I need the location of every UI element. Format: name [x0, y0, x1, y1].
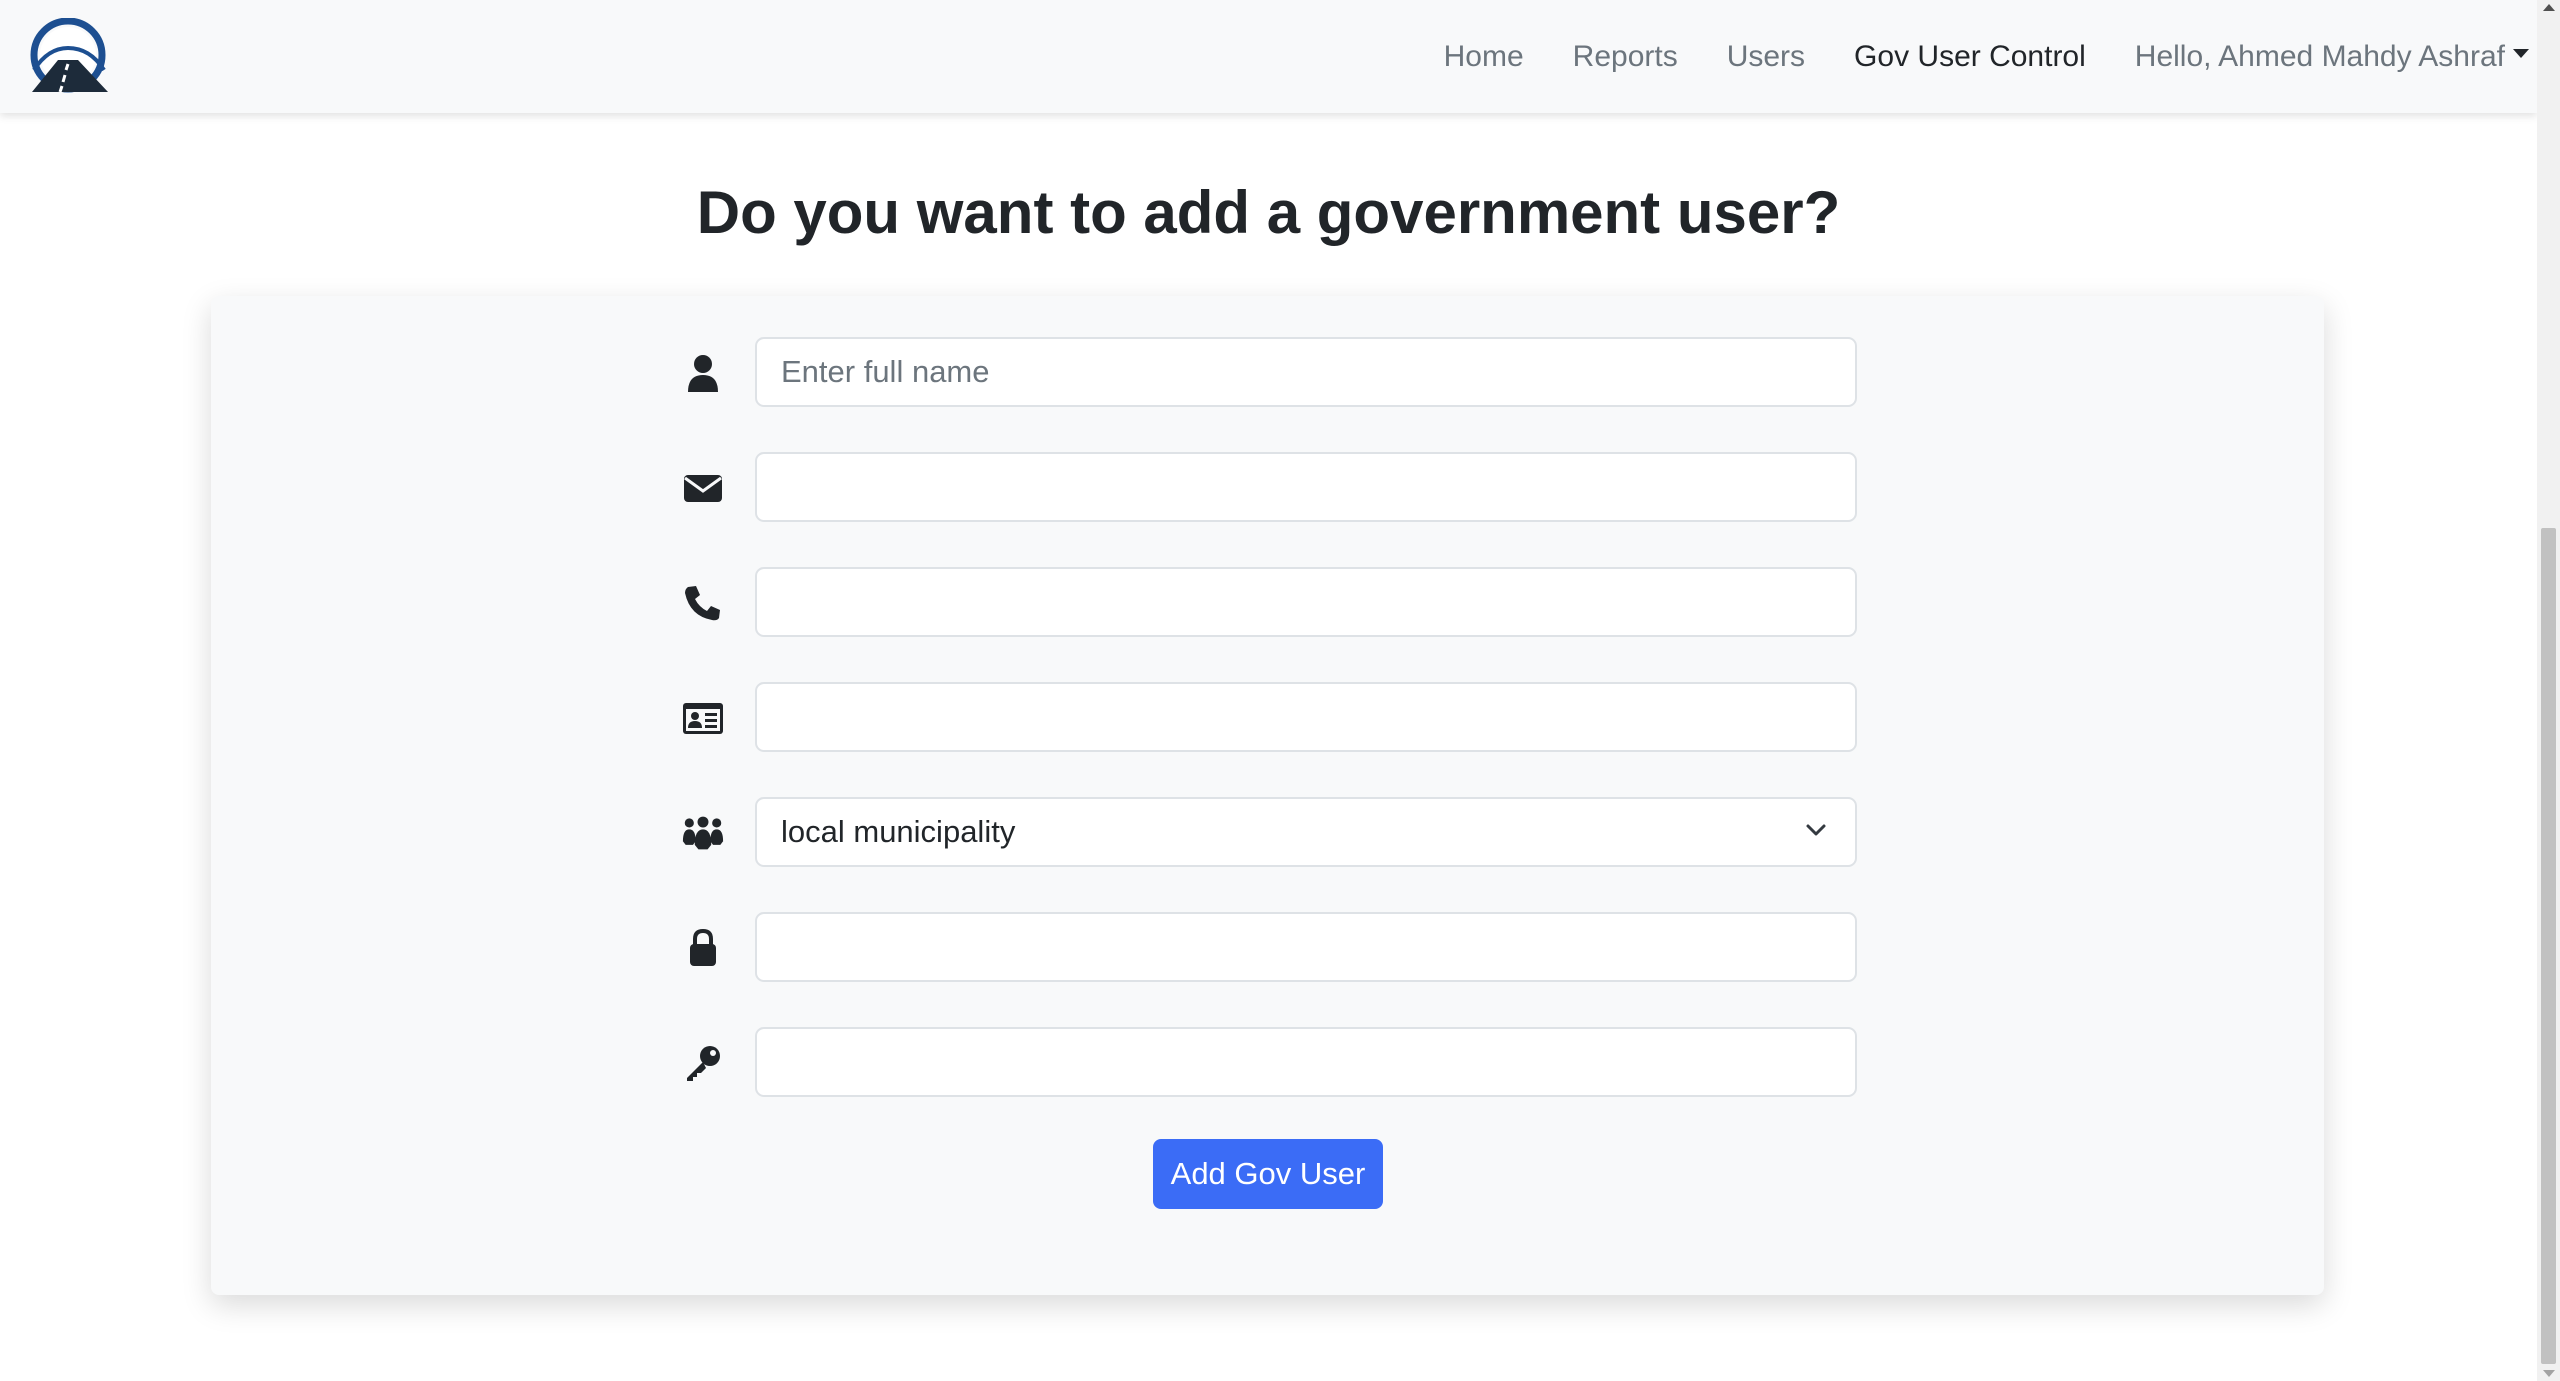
navbar: Home Reports Users Gov User Control Hell… — [0, 0, 2537, 113]
id-card-icon — [680, 699, 726, 737]
nav-home-link[interactable]: Home — [1444, 40, 1524, 74]
organization-row: local municipality — [211, 797, 2324, 867]
confirm-password-input[interactable] — [755, 1027, 1857, 1097]
page: Home Reports Users Gov User Control Hell… — [0, 0, 2560, 1381]
envelope-icon — [680, 469, 726, 507]
lock-icon — [680, 929, 726, 967]
nav-gov-user-control-link[interactable]: Gov User Control — [1854, 40, 2086, 74]
road-tunnel-logo-icon[interactable] — [28, 18, 110, 94]
scrollbar[interactable] — [2537, 0, 2560, 1381]
scroll-up-arrow-icon[interactable] — [2543, 4, 2555, 11]
national-id-input[interactable] — [755, 682, 1857, 752]
key-icon — [680, 1044, 726, 1082]
organization-select-value[interactable]: local municipality — [755, 797, 1857, 867]
user-dropdown-toggle[interactable]: Hello, Ahmed Mahdy Ashraf — [2135, 40, 2529, 74]
page-title: Do you want to add a government user? — [696, 179, 1841, 246]
scroll-thumb[interactable] — [2541, 528, 2556, 1364]
phone-icon — [680, 584, 726, 622]
phone-row — [211, 567, 2324, 637]
confirm-password-row — [211, 1027, 2324, 1097]
user-greeting: Hello, Ahmed Mahdy Ashraf — [2134, 39, 2505, 73]
caret-down-icon — [2513, 49, 2529, 58]
email-input[interactable] — [755, 452, 1857, 522]
user-icon — [680, 354, 726, 392]
add-gov-user-button[interactable]: Add Gov User — [1153, 1139, 1383, 1209]
people-group-icon — [680, 814, 726, 852]
scroll-down-arrow-icon[interactable] — [2543, 1370, 2555, 1377]
organization-select[interactable]: local municipality — [755, 797, 1857, 867]
nav-links: Home Reports Users Gov User Control Hell… — [1444, 0, 2537, 113]
add-gov-user-form: local municipality Add Gov User — [211, 296, 2324, 1295]
email-row — [211, 452, 2324, 522]
password-row — [211, 912, 2324, 982]
password-input[interactable] — [755, 912, 1857, 982]
full-name-input[interactable] — [755, 337, 1857, 407]
full-name-row — [211, 337, 2324, 407]
chevron-down-icon — [1806, 824, 1826, 836]
nav-reports-link[interactable]: Reports — [1573, 40, 1678, 74]
phone-input[interactable] — [755, 567, 1857, 637]
nav-users-link[interactable]: Users — [1727, 40, 1805, 74]
id-card-row — [211, 682, 2324, 752]
